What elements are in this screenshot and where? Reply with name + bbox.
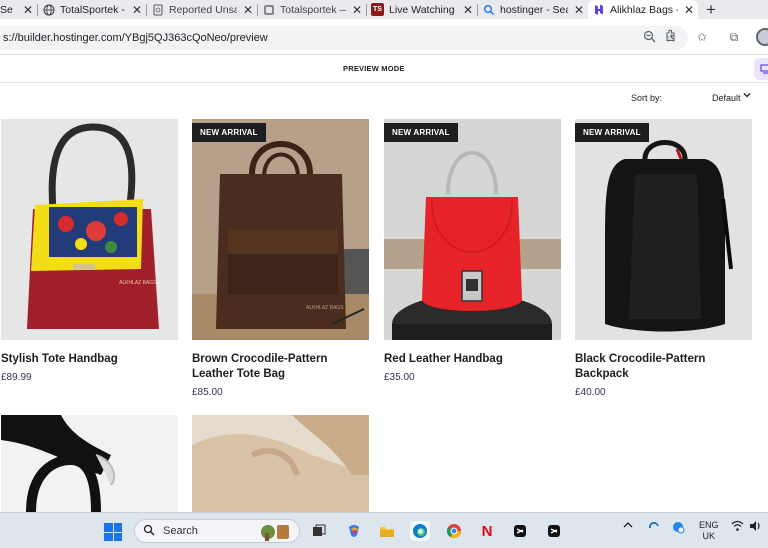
tab-2[interactable]: Reported Unsafe ✕ <box>147 0 257 19</box>
search-highlight-icon <box>259 521 293 541</box>
edge-browser-icon[interactable] <box>410 521 430 541</box>
tab-strip: Se ✕ TotalSportek - F ✕ Reported Unsafe … <box>0 0 768 19</box>
sort-dropdown[interactable]: Default <box>712 93 741 103</box>
tab-0[interactable]: Se ✕ <box>0 0 37 19</box>
tab-5[interactable]: hostinger - Sear ✕ <box>478 0 588 19</box>
product-image[interactable]: ALKHLAZ BAGS NEW ARRIVAL <box>192 119 369 340</box>
taskbar: Search N ENG UK <box>0 512 768 548</box>
capcut-icon[interactable] <box>510 521 530 541</box>
tab-title: Se <box>0 3 13 16</box>
profile-avatar[interactable] <box>756 28 768 46</box>
task-view-icon[interactable] <box>309 521 329 541</box>
collections-icon[interactable]: ⧉ <box>724 30 744 45</box>
taskbar-search[interactable]: Search <box>134 519 300 543</box>
zoom-out-icon[interactable] <box>638 30 660 46</box>
tab-title: hostinger - Sear <box>500 3 568 16</box>
close-icon[interactable]: ✕ <box>684 3 694 17</box>
chevron-up-icon[interactable] <box>623 520 633 533</box>
language-indicator[interactable]: ENG UK <box>699 520 719 542</box>
new-arrival-badge: NEW ARRIVAL <box>384 123 458 142</box>
product-price: £35.00 <box>384 372 415 383</box>
ts-icon: TS <box>371 3 384 16</box>
language-code: ENG <box>699 520 719 530</box>
tab-6-active[interactable]: Alikhlaz Bags - ✕ <box>588 0 698 19</box>
product-image[interactable] <box>1 415 178 512</box>
address-bar[interactable]: s://builder.hostinger.com/YBgj5QJ363cQoN… <box>0 26 688 50</box>
chevron-down-icon[interactable] <box>743 91 751 101</box>
monitor-icon <box>760 64 768 74</box>
svg-text:ALKHLAZ BAGS: ALKHLAZ BAGS <box>306 305 344 311</box>
new-arrival-badge: NEW ARRIVAL <box>192 123 266 142</box>
tab-4[interactable]: TS Live Watching v ✕ <box>367 0 477 19</box>
new-arrival-badge: NEW ARRIVAL <box>575 123 649 142</box>
product-image[interactable]: NEW ARRIVAL <box>384 119 561 340</box>
sync-icon[interactable] <box>647 520 661 537</box>
product-card[interactable]: ALKHLAZ BAGS Stylish Tote Handbag £89.99 <box>1 119 178 383</box>
tab-title: Totalsportek — <box>280 3 346 16</box>
close-icon[interactable]: ✕ <box>243 3 253 17</box>
sort-label: Sort by: <box>631 93 663 103</box>
warning-page-icon <box>151 3 164 16</box>
product-name[interactable]: Stylish Tote Handbag <box>1 352 178 367</box>
toolbar-actions: ✩ ⧉ <box>660 28 768 46</box>
url-text[interactable]: s://builder.hostinger.com/YBgj5QJ363cQoN… <box>3 32 638 44</box>
product-card[interactable]: NEW ARRIVAL Red Leather Handbag £35.00 <box>384 119 561 383</box>
product-name[interactable]: Brown Crocodile-Pattern Leather Tote Bag <box>192 352 369 382</box>
product-name[interactable]: Red Leather Handbag <box>384 352 561 367</box>
new-tab-plus-icon[interactable]: + <box>706 0 716 20</box>
product-card[interactable]: NEW ARRIVAL Black Crocodile-Pattern Back… <box>575 119 752 398</box>
close-icon[interactable]: ✕ <box>463 3 473 17</box>
close-icon[interactable]: ✕ <box>132 3 142 17</box>
browser-toolbar: s://builder.hostinger.com/YBgj5QJ363cQoN… <box>0 19 768 55</box>
product-card[interactable]: ALKHLAZ BAGS NEW ARRIVAL Brown Crocodile… <box>192 119 369 398</box>
close-icon[interactable]: ✕ <box>23 3 33 17</box>
product-price: £85.00 <box>192 387 223 398</box>
page-icon <box>262 3 275 16</box>
product-image[interactable] <box>192 415 369 512</box>
extensions-icon[interactable] <box>660 29 680 45</box>
windows-start-button[interactable] <box>104 523 122 541</box>
search-placeholder: Search <box>163 525 198 537</box>
product-price: £40.00 <box>575 387 606 398</box>
tab-title: Live Watching v <box>389 3 457 16</box>
product-image[interactable]: NEW ARRIVAL <box>575 119 752 340</box>
tab-3[interactable]: Totalsportek — ✕ <box>258 0 366 19</box>
copilot-icon[interactable] <box>344 521 364 541</box>
builder-header: PREVIEW MODE <box>0 56 768 83</box>
capcut-icon-2[interactable] <box>544 521 564 541</box>
desktop-view-button[interactable] <box>754 58 768 80</box>
volume-icon[interactable] <box>749 520 763 535</box>
product-name[interactable]: Black Crocodile-Pattern Backpack <box>575 352 752 382</box>
close-icon[interactable]: ✕ <box>574 3 584 17</box>
favorites-icon[interactable]: ✩ <box>692 30 712 44</box>
wifi-icon[interactable] <box>731 520 744 535</box>
tab-title: Reported Unsafe <box>169 3 237 16</box>
preview-mode-label: PREVIEW MODE <box>343 64 405 73</box>
region-code: UK <box>702 531 716 541</box>
close-icon[interactable]: ✕ <box>352 3 362 17</box>
tab-title: TotalSportek - F <box>60 3 126 16</box>
hostinger-icon <box>592 3 605 16</box>
search-icon <box>143 524 155 539</box>
chrome-icon[interactable] <box>444 521 464 541</box>
search-icon <box>482 3 495 16</box>
product-price: £89.99 <box>1 372 32 383</box>
file-explorer-icon[interactable] <box>377 521 397 541</box>
netflix-icon[interactable]: N <box>477 521 497 541</box>
tab-1[interactable]: TotalSportek - F ✕ <box>38 0 146 19</box>
product-image[interactable]: ALKHLAZ BAGS <box>1 119 178 340</box>
globe-icon <box>42 3 55 16</box>
svg-text:ALKHLAZ BAGS: ALKHLAZ BAGS <box>119 280 157 286</box>
tab-title: Alikhlaz Bags - <box>610 3 678 16</box>
weather-icon[interactable] <box>671 520 685 537</box>
